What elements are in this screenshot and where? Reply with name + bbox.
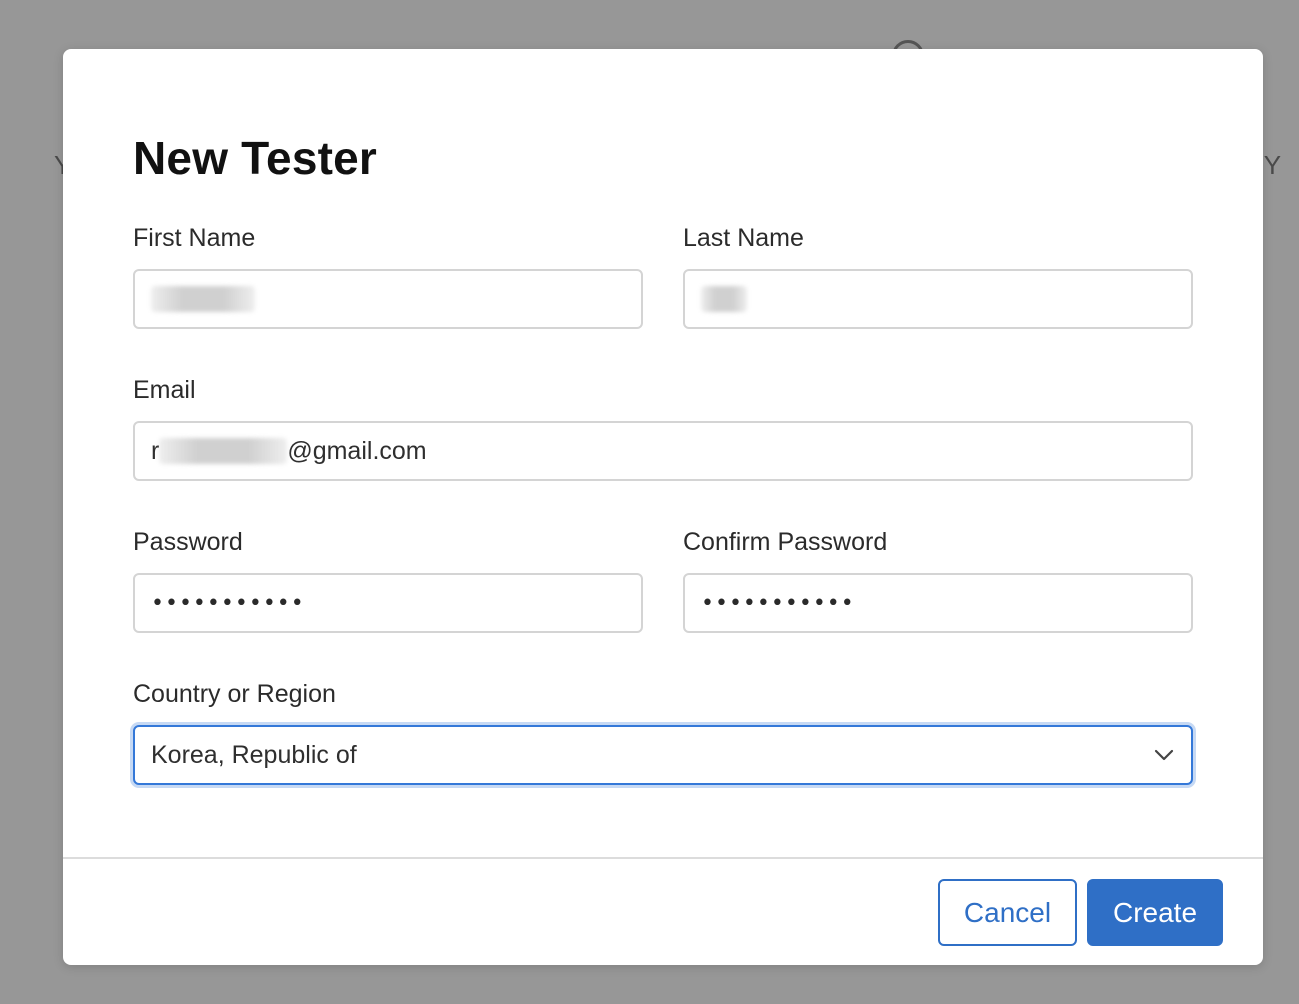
email-prefix: r — [151, 436, 160, 465]
footer-divider — [63, 857, 1263, 859]
first-name-label: First Name — [133, 224, 256, 252]
last-name-label: Last Name — [683, 224, 804, 252]
dialog-title: New Tester — [133, 132, 378, 184]
redacted-email-user — [159, 438, 288, 464]
redacted-first-name — [151, 286, 255, 312]
confirm-password-value: ••••••••••• — [701, 590, 855, 616]
email-domain: @gmail.com — [287, 436, 427, 465]
chevron-down-icon — [1153, 744, 1175, 766]
cancel-button[interactable]: Cancel — [938, 879, 1077, 946]
email-label: Email — [133, 376, 196, 404]
country-select[interactable]: Korea, Republic of — [133, 725, 1193, 785]
confirm-password-label: Confirm Password — [683, 528, 888, 556]
password-label: Password — [133, 528, 243, 556]
last-name-field[interactable] — [683, 269, 1193, 329]
password-field[interactable]: ••••••••••• — [133, 573, 643, 633]
redacted-last-name — [701, 286, 747, 312]
create-button[interactable]: Create — [1087, 879, 1223, 946]
password-value: ••••••••••• — [151, 590, 305, 616]
confirm-password-field[interactable]: ••••••••••• — [683, 573, 1193, 633]
email-field[interactable]: r @gmail.com — [133, 421, 1193, 481]
country-value: Korea, Republic of — [151, 740, 357, 769]
country-label: Country or Region — [133, 680, 336, 708]
first-name-field[interactable] — [133, 269, 643, 329]
new-tester-dialog: New Tester First Name Last Name Email r … — [63, 49, 1263, 965]
